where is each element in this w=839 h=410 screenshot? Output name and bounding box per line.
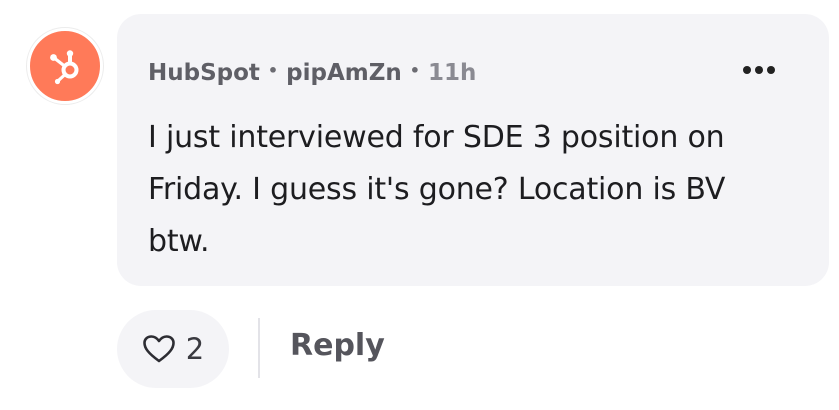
timestamp: 11h (428, 60, 477, 86)
meta-separator: • (409, 60, 421, 80)
dot-shape (755, 66, 763, 74)
dot-shape (743, 66, 751, 74)
heart-icon (142, 335, 175, 363)
comment-bubble: HubSpot • pipAmZn • 11h I just interview… (117, 14, 829, 286)
comment-text: I just interviewed for SDE 3 position on… (148, 120, 726, 259)
meta-separator: • (267, 60, 279, 80)
username[interactable]: pipAmZn (286, 60, 402, 86)
reply-button[interactable]: Reply (290, 328, 385, 363)
action-divider (258, 318, 260, 378)
hubspot-logo-icon (50, 50, 79, 85)
like-count: 2 (185, 332, 205, 366)
avatar[interactable] (27, 28, 103, 104)
comment-meta: HubSpot • pipAmZn • 11h (148, 60, 476, 86)
company-name[interactable]: HubSpot (148, 60, 260, 86)
like-button[interactable]: 2 (117, 310, 229, 388)
more-options-icon[interactable] (743, 66, 775, 74)
dot-shape (767, 66, 775, 74)
